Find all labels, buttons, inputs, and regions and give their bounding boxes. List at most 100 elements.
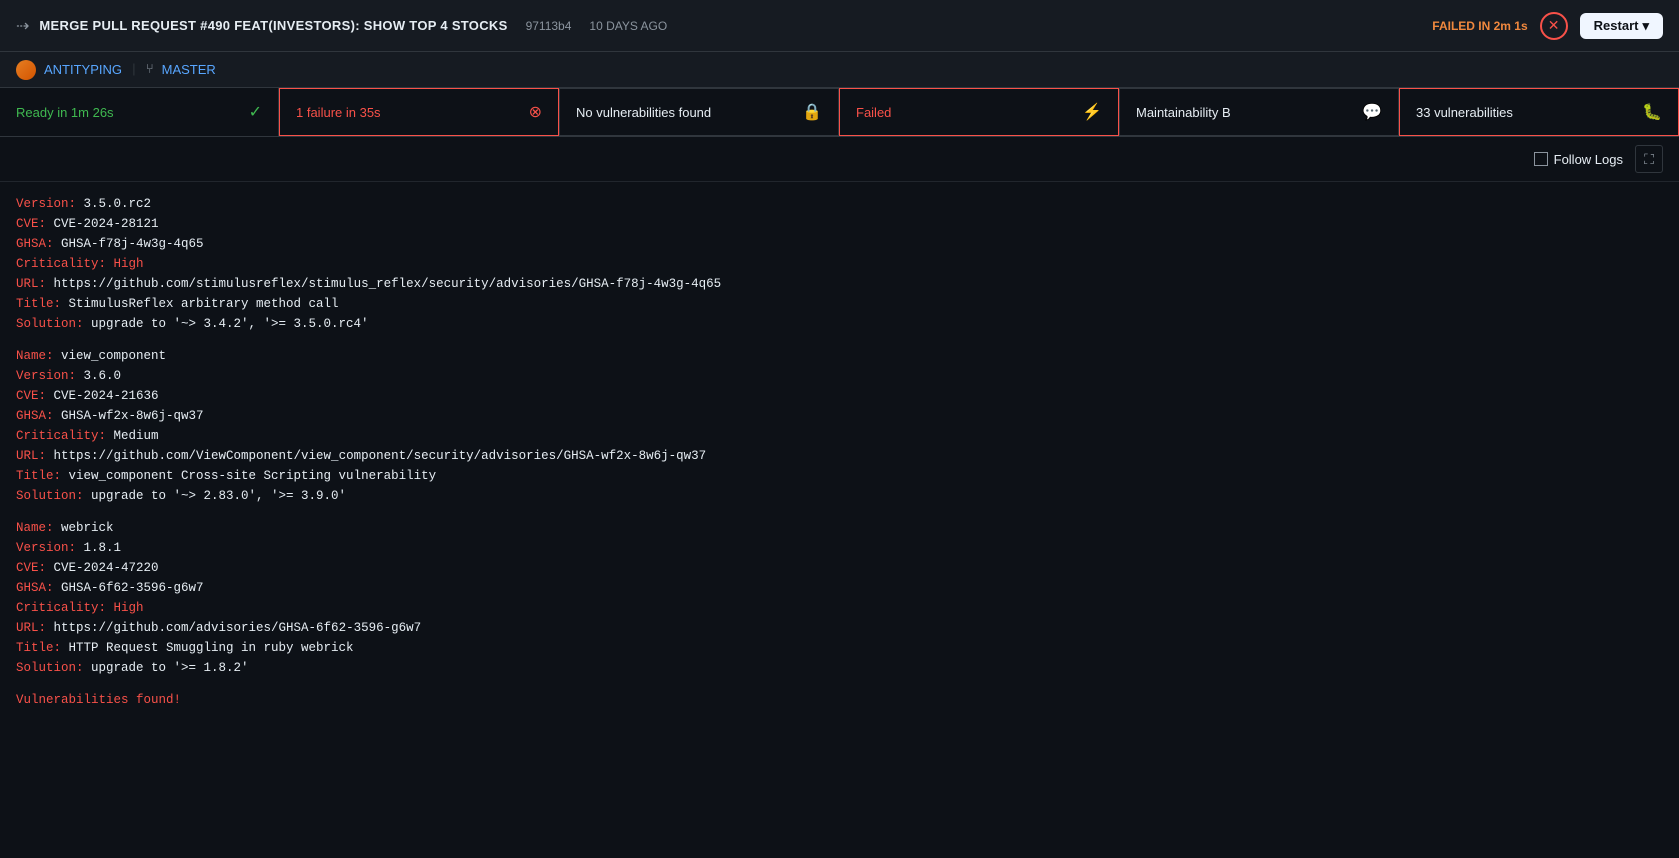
- follow-logs-toggle[interactable]: Follow Logs: [1534, 152, 1623, 167]
- log-line-17: Name: webrick: [16, 518, 1663, 538]
- log-val-24: upgrade to '>= 1.8.2': [84, 661, 249, 675]
- follow-logs-label: Follow Logs: [1554, 152, 1623, 167]
- log-line-2: GHSA: GHSA-f78j-4w3g-4q65: [16, 234, 1663, 254]
- tab-icon-4: 💬: [1362, 102, 1382, 122]
- log-line-18: Version: 1.8.1: [16, 538, 1663, 558]
- tab-4[interactable]: Maintainability B 💬: [1119, 88, 1399, 136]
- log-line-6: Solution: upgrade to '~> 3.4.2', '>= 3.5…: [16, 314, 1663, 334]
- log-val-1: CVE-2024-28121: [46, 217, 159, 231]
- log-text-26: Vulnerabilities found!: [16, 690, 1663, 710]
- log-key-13: URL:: [16, 449, 46, 463]
- log-key-3: Criticality:: [16, 257, 106, 271]
- log-line-19: CVE: CVE-2024-47220: [16, 558, 1663, 578]
- restart-chevron-icon: ▾: [1642, 18, 1649, 34]
- header-right: FAILED IN 2m 1s ✕ Restart ▾: [1432, 12, 1663, 40]
- tab-icon-0: ✓: [249, 102, 262, 122]
- sub-header: ANTITYPING | ⑂ MASTER: [0, 52, 1679, 88]
- log-line-12: Criticality: Medium: [16, 426, 1663, 446]
- log-key-21: Criticality:: [16, 601, 106, 615]
- tab-icon-2: 🔒: [802, 102, 822, 122]
- log-key-9: Version:: [16, 369, 76, 383]
- log-val-22: https://github.com/advisories/GHSA-6f62-…: [46, 621, 421, 635]
- tab-1[interactable]: 1 failure in 35s⊗: [279, 88, 559, 136]
- close-button[interactable]: ✕: [1540, 12, 1568, 40]
- tab-label-5: 33 vulnerabilities: [1416, 105, 1513, 120]
- log-line-8: Name: view_component: [16, 346, 1663, 366]
- log-text-content-26: Vulnerabilities found!: [16, 693, 181, 707]
- log-key-20: GHSA:: [16, 581, 54, 595]
- log-blank-7: [16, 334, 1663, 346]
- log-line-24: Solution: upgrade to '>= 1.8.2': [16, 658, 1663, 678]
- log-val-20: GHSA-6f62-3596-g6w7: [54, 581, 204, 595]
- log-val-23: HTTP Request Smuggling in ruby webrick: [61, 641, 354, 655]
- org-name[interactable]: ANTITYPING: [44, 62, 122, 77]
- tab-0[interactable]: Ready in 1m 26s ✓: [0, 88, 279, 136]
- log-key-15: Solution:: [16, 489, 84, 503]
- tab-label-4: Maintainability B: [1136, 105, 1231, 120]
- tab-icon-3: ⚡: [1082, 102, 1102, 122]
- log-line-1: CVE: CVE-2024-28121: [16, 214, 1663, 234]
- restart-label: Restart: [1594, 18, 1639, 33]
- log-key-24: Solution:: [16, 661, 84, 675]
- log-val-18: 1.8.1: [76, 541, 121, 555]
- log-key-5: Title:: [16, 297, 61, 311]
- log-key-0: Version:: [16, 197, 76, 211]
- log-line-14: Title: view_component Cross-site Scripti…: [16, 466, 1663, 486]
- branch-name[interactable]: MASTER: [162, 62, 216, 77]
- restart-button[interactable]: Restart ▾: [1580, 13, 1663, 39]
- log-key-10: CVE:: [16, 389, 46, 403]
- log-val-4: https://github.com/stimulusreflex/stimul…: [46, 277, 721, 291]
- merge-icon: ⇢: [16, 16, 29, 36]
- pr-commit: 97113b4: [526, 19, 572, 33]
- log-line-20: GHSA: GHSA-6f62-3596-g6w7: [16, 578, 1663, 598]
- log-line-3: Criticality: High: [16, 254, 1663, 274]
- tab-label-3: Failed: [856, 105, 891, 120]
- log-key-17: Name:: [16, 521, 54, 535]
- log-line-4: URL: https://github.com/stimulusreflex/s…: [16, 274, 1663, 294]
- log-key-12: Criticality:: [16, 429, 106, 443]
- log-line-0: Version: 3.5.0.rc2: [16, 194, 1663, 214]
- log-line-21: Criticality: High: [16, 598, 1663, 618]
- log-key-11: GHSA:: [16, 409, 54, 423]
- header-bar: ⇢ MERGE PULL REQUEST #490 FEAT(INVESTORS…: [0, 0, 1679, 52]
- log-val-21: High: [106, 601, 144, 615]
- log-key-22: URL:: [16, 621, 46, 635]
- log-val-15: upgrade to '~> 2.83.0', '>= 3.9.0': [84, 489, 347, 503]
- log-key-1: CVE:: [16, 217, 46, 231]
- log-val-8: view_component: [54, 349, 167, 363]
- log-line-11: GHSA: GHSA-wf2x-8w6j-qw37: [16, 406, 1663, 426]
- log-val-5: StimulusReflex arbitrary method call: [61, 297, 339, 311]
- log-line-5: Title: StimulusReflex arbitrary method c…: [16, 294, 1663, 314]
- tab-5[interactable]: 33 vulnerabilities🐛: [1399, 88, 1679, 136]
- log-key-8: Name:: [16, 349, 54, 363]
- pr-time-ago: 10 DAYS AGO: [589, 19, 667, 33]
- log-val-13: https://github.com/ViewComponent/view_co…: [46, 449, 706, 463]
- fullscreen-button[interactable]: ⛶: [1635, 145, 1663, 173]
- follow-logs-checkbox[interactable]: [1534, 152, 1548, 166]
- pipe-divider: |: [130, 62, 138, 77]
- tab-label-0: Ready in 1m 26s: [16, 105, 114, 120]
- log-key-23: Title:: [16, 641, 61, 655]
- log-blank-16: [16, 506, 1663, 518]
- log-blank-25: [16, 678, 1663, 690]
- log-key-19: CVE:: [16, 561, 46, 575]
- log-key-6: Solution:: [16, 317, 84, 331]
- log-val-2: GHSA-f78j-4w3g-4q65: [54, 237, 204, 251]
- log-area[interactable]: Version: 3.5.0.rc2CVE: CVE-2024-28121GHS…: [0, 182, 1679, 858]
- log-val-11: GHSA-wf2x-8w6j-qw37: [54, 409, 204, 423]
- log-key-2: GHSA:: [16, 237, 54, 251]
- log-val-17: webrick: [54, 521, 114, 535]
- tab-label-1: 1 failure in 35s: [296, 105, 381, 120]
- log-line-10: CVE: CVE-2024-21636: [16, 386, 1663, 406]
- toolbar: Follow Logs ⛶: [0, 137, 1679, 182]
- log-val-9: 3.6.0: [76, 369, 121, 383]
- log-val-19: CVE-2024-47220: [46, 561, 159, 575]
- log-line-22: URL: https://github.com/advisories/GHSA-…: [16, 618, 1663, 638]
- tabs-bar: Ready in 1m 26s ✓ 1 failure in 35s⊗No vuln…: [0, 88, 1679, 137]
- log-val-3: High: [106, 257, 144, 271]
- header-left: ⇢ MERGE PULL REQUEST #490 FEAT(INVESTORS…: [16, 16, 667, 36]
- org-logo: [16, 60, 36, 80]
- tab-3[interactable]: Failed ⚡: [839, 88, 1119, 136]
- tab-2[interactable]: No vulnerabilities found🔒: [559, 88, 839, 136]
- log-val-0: 3.5.0.rc2: [76, 197, 151, 211]
